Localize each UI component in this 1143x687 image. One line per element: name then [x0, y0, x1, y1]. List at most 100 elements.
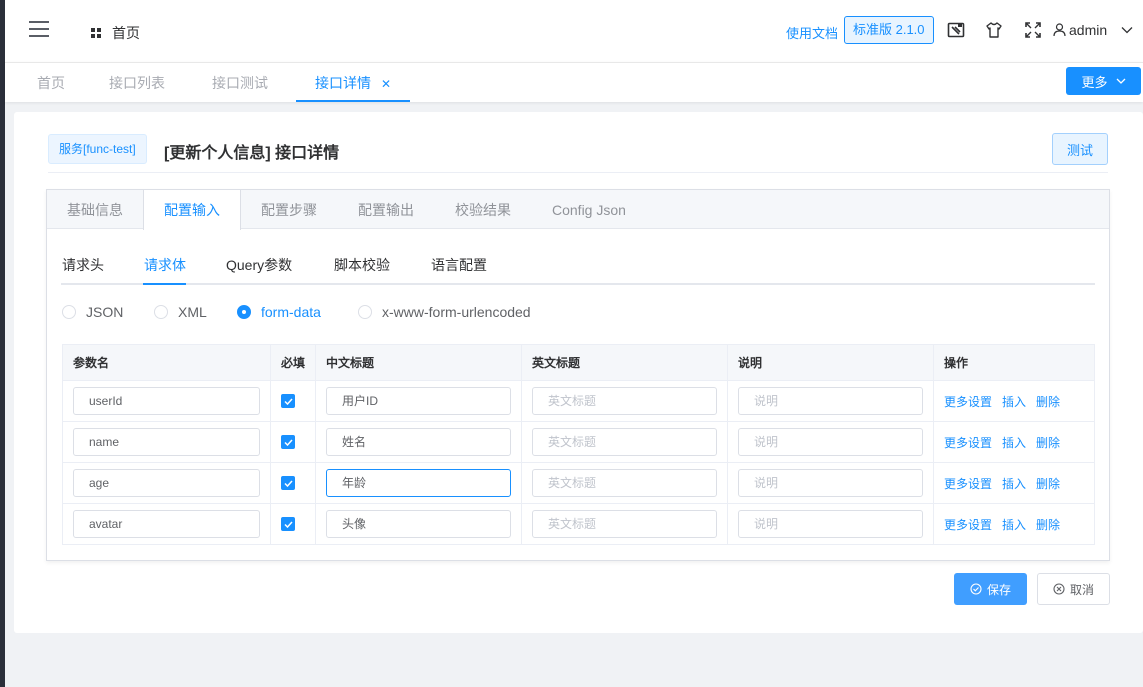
required-checkbox[interactable] — [281, 394, 295, 408]
cell-description: 说明 — [727, 380, 934, 422]
cell-required — [270, 421, 316, 463]
cancel-button[interactable]: 取消 — [1037, 573, 1110, 605]
cell-cn-title: 年龄 — [315, 462, 522, 504]
table-header-row: 参数名 必填 中文标题 英文标题 说明 操作 — [62, 344, 1095, 381]
service-tag: 服务[func-test] — [48, 134, 147, 164]
breadcrumb[interactable]: 首页 — [91, 23, 140, 43]
col-required: 必填 — [270, 344, 316, 381]
subtab-active-indicator — [143, 283, 186, 285]
dashboard-grid-icon — [91, 28, 101, 38]
cell-required — [270, 380, 316, 422]
table-row: age 年龄 英文标题 说明 更多设置 插入 删除 — [62, 462, 1095, 504]
radio-xml[interactable]: XML — [154, 304, 207, 320]
cn-title-input[interactable]: 用户ID — [326, 387, 511, 415]
more-settings-link[interactable]: 更多设置 — [944, 395, 992, 409]
en-title-input[interactable]: 英文标题 — [532, 510, 717, 538]
delete-link[interactable]: 删除 — [1036, 477, 1060, 491]
tab-validation-result[interactable]: 校验结果 — [455, 190, 511, 229]
param-name-input[interactable]: age — [73, 469, 260, 497]
delete-link[interactable]: 删除 — [1036, 518, 1060, 532]
save-button-label: 保存 — [986, 582, 1011, 597]
chevron-down-icon — [1121, 27, 1133, 34]
param-name-input[interactable]: name — [73, 428, 260, 456]
delete-link[interactable]: 删除 — [1036, 436, 1060, 450]
cell-actions: 更多设置 插入 删除 — [933, 503, 1095, 545]
description-input[interactable]: 说明 — [738, 469, 923, 497]
cell-required — [270, 503, 316, 545]
tag-api-detail[interactable]: 接口详情 ✕ — [296, 63, 411, 102]
subtab-query-params[interactable]: Query参数 — [226, 255, 292, 275]
delete-link[interactable]: 删除 — [1036, 395, 1060, 409]
tab-config-json[interactable]: Config Json — [552, 190, 626, 229]
docs-link[interactable]: 使用文档 — [786, 23, 838, 42]
required-checkbox[interactable] — [281, 517, 295, 531]
en-title-input[interactable]: 英文标题 — [532, 387, 717, 415]
description-input[interactable]: 说明 — [738, 510, 923, 538]
en-title-input[interactable]: 英文标题 — [532, 469, 717, 497]
radio-circle — [358, 305, 372, 319]
radio-x-www-form-urlencoded[interactable]: x-www-form-urlencoded — [358, 304, 531, 320]
subtab-request-body[interactable]: 请求体 — [144, 255, 186, 275]
cell-en-title: 英文标题 — [521, 503, 728, 545]
save-button[interactable]: 保存 — [954, 573, 1027, 605]
cell-description: 说明 — [727, 503, 934, 545]
tab-config-steps[interactable]: 配置步骤 — [261, 190, 317, 229]
col-actions: 操作 — [933, 344, 1095, 381]
insert-link[interactable]: 插入 — [1002, 477, 1026, 491]
table-row: userId 用户ID 英文标题 说明 更多设置 插入 删除 — [62, 380, 1095, 422]
version-badge[interactable]: 标准版 2.1.0 — [844, 16, 934, 44]
app-root: 首页 使用文档 标准版 2.1.0 admin 首页 接口列表 接口测试 接口详… — [5, 0, 1143, 687]
cell-en-title: 英文标题 — [521, 380, 728, 422]
cell-en-title: 英文标题 — [521, 462, 728, 504]
tags-view: 首页 接口列表 接口测试 接口详情 ✕ — [5, 62, 1143, 102]
more-button[interactable]: 更多 — [1066, 67, 1141, 95]
required-checkbox[interactable] — [281, 476, 295, 490]
required-checkbox[interactable] — [281, 435, 295, 449]
col-en-title: 英文标题 — [521, 344, 728, 381]
skin-shirt-icon[interactable] — [984, 20, 1004, 40]
more-settings-link[interactable]: 更多设置 — [944, 436, 992, 450]
close-circle-icon — [1053, 583, 1065, 595]
description-input[interactable]: 说明 — [738, 428, 923, 456]
subtab-script-check[interactable]: 脚本校验 — [334, 255, 390, 275]
radio-circle — [62, 305, 76, 319]
en-title-input[interactable]: 英文标题 — [532, 428, 717, 456]
cell-cn-title: 头像 — [315, 503, 522, 545]
check-circle-icon — [970, 583, 982, 595]
radio-json[interactable]: JSON — [62, 304, 123, 320]
tag-home[interactable]: 首页 — [37, 63, 65, 102]
test-button[interactable]: 测试 — [1052, 133, 1108, 165]
insert-link[interactable]: 插入 — [1002, 518, 1026, 532]
hamburger-menu-icon[interactable] — [29, 21, 49, 37]
theme-settings-icon[interactable] — [946, 20, 966, 40]
title-divider — [48, 172, 1108, 173]
subtab-request-headers[interactable]: 请求头 — [62, 255, 104, 275]
more-settings-link[interactable]: 更多设置 — [944, 518, 992, 532]
cell-param-name: name — [62, 421, 271, 463]
breadcrumb-home: 首页 — [112, 25, 140, 41]
param-name-input[interactable]: userId — [73, 387, 260, 415]
subtab-divider — [61, 283, 1095, 285]
insert-link[interactable]: 插入 — [1002, 436, 1026, 450]
radio-form-data[interactable]: form-data — [237, 304, 321, 320]
tag-api-list[interactable]: 接口列表 — [109, 63, 165, 102]
more-settings-link[interactable]: 更多设置 — [944, 477, 992, 491]
user-dropdown[interactable]: admin — [1053, 22, 1133, 38]
param-name-input[interactable]: avatar — [73, 510, 260, 538]
close-icon[interactable]: ✕ — [381, 77, 391, 91]
cell-actions: 更多设置 插入 删除 — [933, 462, 1095, 504]
fullscreen-icon[interactable] — [1023, 20, 1043, 40]
tab-config-input[interactable]: 配置输入 — [143, 190, 241, 230]
subtab-language-config[interactable]: 语言配置 — [431, 255, 487, 275]
cn-title-input[interactable]: 姓名 — [326, 428, 511, 456]
cn-title-input[interactable]: 头像 — [326, 510, 511, 538]
col-param-name: 参数名 — [62, 344, 271, 381]
description-input[interactable]: 说明 — [738, 387, 923, 415]
insert-link[interactable]: 插入 — [1002, 395, 1026, 409]
tag-api-test[interactable]: 接口测试 — [212, 63, 268, 102]
cn-title-input[interactable]: 年龄 — [326, 469, 511, 497]
cell-en-title: 英文标题 — [521, 421, 728, 463]
tab-basic-info[interactable]: 基础信息 — [67, 190, 123, 229]
config-tabs: 基础信息 配置输入 配置步骤 配置输出 校验结果 Config Json 请求头… — [46, 189, 1110, 561]
tab-config-output[interactable]: 配置输出 — [358, 190, 414, 229]
